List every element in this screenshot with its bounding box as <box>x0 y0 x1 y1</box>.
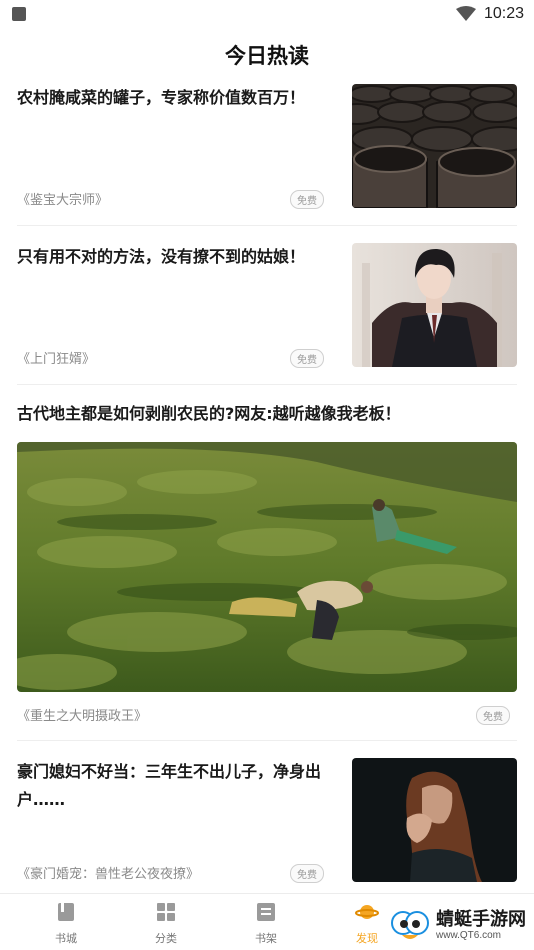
article-source: 《豪门婚宠：兽性老公夜夜撩》 <box>17 867 200 882</box>
planet-icon <box>355 905 379 919</box>
tab-bookshelf[interactable]: 书架 <box>231 902 301 946</box>
divider <box>17 740 517 741</box>
tab-label: 书架 <box>255 932 277 945</box>
wifi-icon <box>455 6 476 21</box>
article-title[interactable]: 古代地主都是如何剥削农民的?网友:越听越像我老板！ <box>17 400 517 428</box>
status-time: 10:23 <box>483 5 524 22</box>
article-thumbnail[interactable] <box>352 84 517 208</box>
article-card[interactable]: 豪门媳妇不好当：三年生不出儿子，净身出户…… 《豪门婚宠：兽性老公夜夜撩》 免费 <box>17 758 517 883</box>
article-source: 《上门狂婿》 <box>17 352 96 367</box>
page-title: 今日热读 <box>225 43 309 68</box>
watermark: 蜻蜓手游网 www.QT6.com <box>388 905 526 945</box>
article-card[interactable]: 古代地主都是如何剥削农民的?网友:越听越像我老板！ 《重生之大明摄政王》 免费 <box>17 400 517 725</box>
free-badge: 免费 <box>290 864 324 883</box>
article-card[interactable]: 只有用不对的方法，没有撩不到的姑娘！ 《上门狂婿》 免费 <box>17 243 517 368</box>
article-title[interactable]: 豪门媳妇不好当：三年生不出儿子，净身出户…… <box>17 758 327 814</box>
article-thumbnail[interactable] <box>352 243 517 367</box>
article-title[interactable]: 农村腌咸菜的罐子，专家称价值数百万！ <box>17 84 332 112</box>
article-source: 《重生之大明摄政王》 <box>17 709 148 724</box>
free-badge: 免费 <box>290 349 324 368</box>
bookshelf-icon <box>257 903 275 921</box>
tab-label: 分类 <box>155 932 177 945</box>
article-thumbnail[interactable] <box>352 758 517 882</box>
divider <box>17 384 517 385</box>
grid-icon <box>157 903 175 921</box>
article-card[interactable]: 农村腌咸菜的罐子，专家称价值数百万！ 《鉴宝大宗师》 免费 <box>17 84 517 209</box>
watermark-title: 蜻蜓手游网 <box>436 908 526 930</box>
article-title[interactable]: 只有用不对的方法，没有撩不到的姑娘！ <box>17 243 337 271</box>
tab-bookstore[interactable]: 书城 <box>31 902 101 946</box>
watermark-url: www.QT6.com <box>436 929 502 941</box>
tab-category[interactable]: 分类 <box>131 902 201 946</box>
book-icon <box>58 903 74 921</box>
status-bar: 10:23 <box>0 0 534 30</box>
dragonfly-logo-icon <box>391 911 429 939</box>
article-image[interactable] <box>17 442 517 692</box>
free-badge: 免费 <box>476 706 510 725</box>
divider <box>17 225 517 226</box>
notification-icon <box>12 7 26 21</box>
article-source: 《鉴宝大宗师》 <box>17 193 109 208</box>
free-badge: 免费 <box>290 190 324 209</box>
tab-label: 书城 <box>55 932 77 945</box>
